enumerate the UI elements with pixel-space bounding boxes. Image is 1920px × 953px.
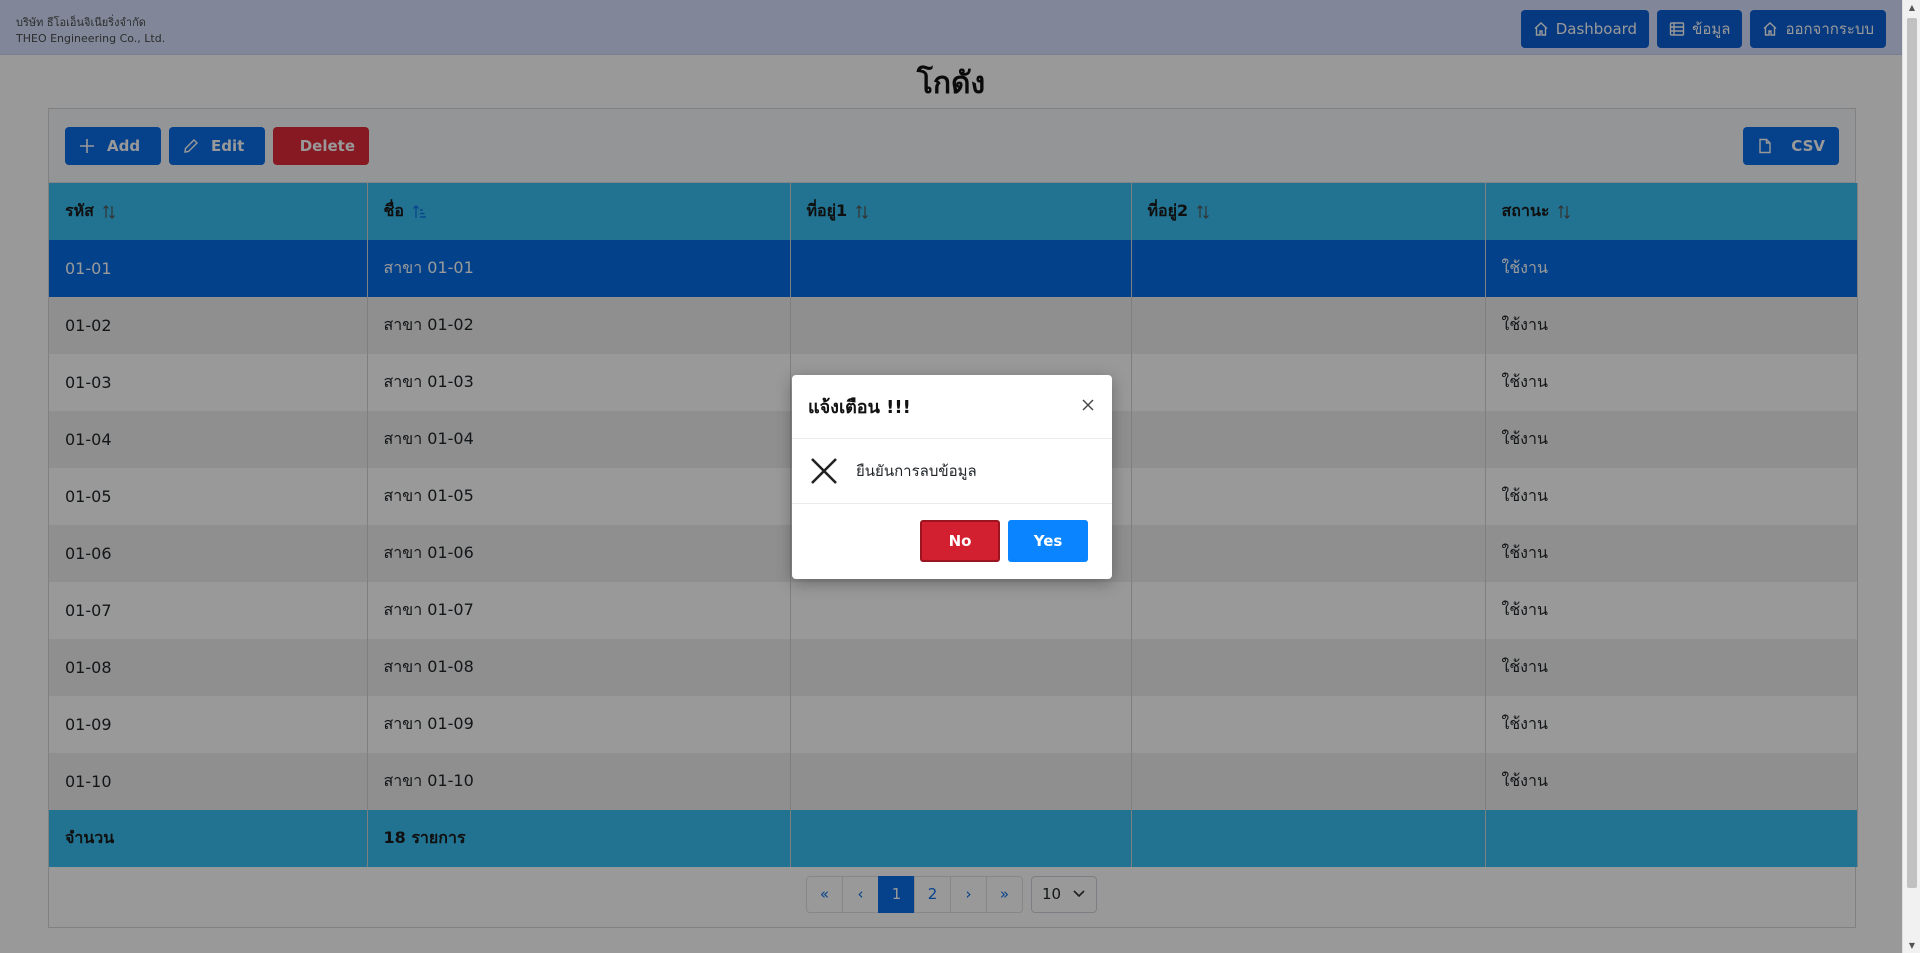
dialog-header: แจ้งเตือน !!! — [792, 375, 1112, 439]
close-icon — [1082, 399, 1094, 410]
scroll-up-arrow-icon[interactable]: ▲ — [1907, 3, 1917, 12]
scroll-thumb[interactable] — [1907, 18, 1917, 888]
dialog-message: ยืนยันการลบข้อมูล — [856, 462, 977, 480]
dialog-body: ยืนยันการลบข้อมูล — [792, 439, 1112, 504]
yes-button[interactable]: Yes — [1008, 520, 1088, 562]
scroll-down-arrow-icon[interactable]: ▼ — [1907, 941, 1917, 950]
close-icon — [811, 458, 837, 484]
dialog-title: แจ้งเตือน !!! — [808, 397, 911, 418]
vertical-scrollbar[interactable]: ▲ ▼ — [1902, 0, 1920, 953]
no-button[interactable]: No — [920, 520, 1000, 562]
confirm-dialog: แจ้งเตือน !!! ยืนยันการลบข้อมูล No Yes — [792, 375, 1112, 579]
dialog-close-button[interactable] — [1080, 397, 1096, 417]
dialog-footer: No Yes — [792, 504, 1112, 578]
